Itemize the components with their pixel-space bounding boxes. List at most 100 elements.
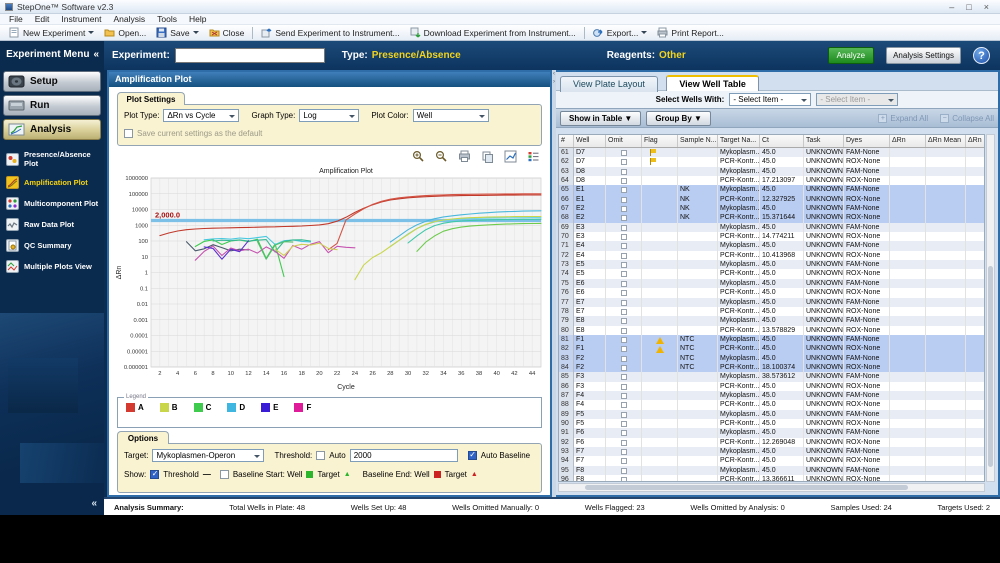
table-row[interactable]: 92 F6 PCR-Kontr... 12.269048 UNKNOWN ROX-None bbox=[559, 437, 984, 447]
table-row[interactable]: 84 F2 NTC PCR-Kontr... 18.100374 UNKNOWN ROX-N… bbox=[559, 362, 984, 373]
sidebar-item-amplification-plot[interactable]: Amplification Plot bbox=[0, 172, 104, 193]
omit-checkbox[interactable] bbox=[620, 262, 627, 269]
table-row[interactable]: 61 D7 Mykoplasm... 45.0 UNKNOWN FAM-None bbox=[559, 148, 984, 158]
group-by-button[interactable]: Group By ▼ bbox=[646, 110, 711, 126]
sidebar-item-raw-data-plot[interactable]: Raw Data Plot bbox=[0, 214, 104, 235]
cell-omit[interactable] bbox=[606, 250, 642, 261]
column-header-task[interactable]: Task bbox=[804, 135, 844, 147]
threshold-input[interactable] bbox=[349, 449, 458, 462]
cell-omit[interactable] bbox=[606, 222, 642, 233]
cell-omit[interactable] bbox=[606, 400, 642, 410]
legend-item-f[interactable]: F bbox=[294, 403, 311, 412]
threshold-auto-checkbox[interactable] bbox=[316, 451, 326, 460]
menu-help[interactable]: Help bbox=[183, 14, 212, 24]
cell-omit[interactable] bbox=[606, 297, 642, 307]
sidebar-item-multiple-plots-view[interactable]: Multiple Plots View bbox=[0, 256, 104, 277]
omit-checkbox[interactable] bbox=[620, 411, 627, 418]
table-row[interactable]: 90 F5 PCR-Kontr... 45.0 UNKNOWN ROX-None bbox=[559, 418, 984, 429]
sidebar-nav-analysis[interactable]: Analysis bbox=[3, 119, 101, 140]
cell-omit[interactable] bbox=[606, 306, 642, 317]
plot-type-select[interactable]: ΔRn vs Cycle bbox=[163, 109, 240, 122]
table-row[interactable]: 68 E2 NK PCR-Kontr... 15.371644 UNKNOWN ROX-No… bbox=[559, 213, 984, 223]
omit-checkbox[interactable] bbox=[620, 243, 627, 250]
table-row[interactable]: 93 F7 Mykoplasm... 45.0 UNKNOWN FAM-None bbox=[559, 447, 984, 457]
sidebar-collapse-button[interactable]: « bbox=[91, 498, 97, 509]
show-in-table-button[interactable]: Show in Table ▼ bbox=[560, 110, 642, 126]
open-button[interactable]: Open... bbox=[99, 26, 151, 39]
cell-omit[interactable] bbox=[606, 185, 642, 195]
omit-checkbox[interactable] bbox=[620, 159, 627, 166]
table-row[interactable]: 76 E6 PCR-Kontr... 45.0 UNKNOWN ROX-None bbox=[559, 288, 984, 298]
table-row[interactable]: 89 F5 Mykoplasm... 45.0 UNKNOWN FAM-None bbox=[559, 409, 984, 419]
edit-plot-icon[interactable] bbox=[504, 150, 517, 163]
cell-omit[interactable] bbox=[606, 157, 642, 167]
cell-omit[interactable] bbox=[606, 353, 642, 363]
cell-omit[interactable] bbox=[606, 288, 642, 298]
cell-omit[interactable] bbox=[606, 390, 642, 401]
cell-omit[interactable] bbox=[606, 232, 642, 242]
table-row[interactable]: 96 F8 PCR-Kontr... 13.366611 UNKNOWN ROX-None bbox=[559, 475, 984, 481]
copy-plot-icon[interactable] bbox=[481, 150, 494, 163]
column-header-sample-n[interactable]: Sample N... bbox=[678, 135, 718, 147]
table-row[interactable]: 69 E3 Mykoplasm... 45.0 UNKNOWN FAM-None bbox=[559, 222, 984, 233]
cell-omit[interactable] bbox=[606, 381, 642, 391]
table-row[interactable]: 73 E5 Mykoplasm... 45.0 UNKNOWN FAM-None bbox=[559, 260, 984, 270]
cell-omit[interactable] bbox=[606, 269, 642, 279]
omit-checkbox[interactable] bbox=[620, 364, 627, 371]
cell-omit[interactable] bbox=[606, 325, 642, 335]
plot-color-select[interactable]: Well bbox=[412, 109, 489, 122]
show-legend-icon[interactable] bbox=[527, 150, 540, 163]
cell-omit[interactable] bbox=[606, 204, 642, 214]
table-row[interactable]: 67 E2 NK Mykoplasm... 45.0 UNKNOWN FAM-None bbox=[559, 204, 984, 214]
target-select[interactable]: Mykoplasmen-Operon bbox=[152, 449, 265, 462]
omit-checkbox[interactable] bbox=[620, 196, 627, 203]
cell-omit[interactable] bbox=[606, 362, 642, 373]
table-row[interactable]: 86 F3 PCR-Kontr... 45.0 UNKNOWN ROX-None bbox=[559, 381, 984, 391]
table-row[interactable]: 82 F1 NTC PCR-Kontr... 45.0 UNKNOWN ROX-None bbox=[559, 344, 984, 354]
cell-omit[interactable] bbox=[606, 456, 642, 466]
legend-item-c[interactable]: C bbox=[193, 403, 211, 412]
save-default-checkbox[interactable] bbox=[124, 129, 133, 138]
graph-type-select[interactable]: Log bbox=[299, 109, 360, 122]
cell-omit[interactable] bbox=[606, 176, 642, 186]
cell-omit[interactable] bbox=[606, 260, 642, 270]
cell-omit[interactable] bbox=[606, 316, 642, 326]
experiment-name-input[interactable] bbox=[174, 48, 325, 63]
table-row[interactable]: 75 E6 Mykoplasm... 45.0 UNKNOWN FAM-None bbox=[559, 278, 984, 289]
sidebar-item-qc-summary[interactable]: QC Summary bbox=[0, 235, 104, 256]
omit-checkbox[interactable] bbox=[620, 308, 627, 315]
sidebar-nav-setup[interactable]: Setup bbox=[3, 71, 101, 92]
close-button[interactable]: × bbox=[984, 2, 989, 12]
column-header-ct[interactable]: Ct bbox=[760, 135, 804, 147]
cell-omit[interactable] bbox=[606, 437, 642, 447]
table-row[interactable]: 74 E5 PCR-Kontr... 45.0 UNKNOWN ROX-None bbox=[559, 269, 984, 279]
cell-omit[interactable] bbox=[606, 213, 642, 223]
omit-checkbox[interactable] bbox=[620, 346, 627, 353]
cell-omit[interactable] bbox=[606, 241, 642, 251]
table-horizontal-scrollbar[interactable] bbox=[558, 483, 985, 492]
table-row[interactable]: 80 E8 PCR-Kontr... 13.578829 UNKNOWN ROX-None bbox=[559, 325, 984, 335]
sidebar-nav-run[interactable]: Run bbox=[3, 95, 101, 116]
table-row[interactable]: 87 F4 Mykoplasm... 45.0 UNKNOWN FAM-None bbox=[559, 390, 984, 401]
omit-checkbox[interactable] bbox=[620, 383, 627, 390]
omit-checkbox[interactable] bbox=[620, 430, 627, 437]
legend-item-a[interactable]: A bbox=[126, 403, 144, 412]
column-header-target-na[interactable]: Target Na... bbox=[718, 135, 760, 147]
table-row[interactable]: 79 E8 Mykoplasm... 45.0 UNKNOWN FAM-None bbox=[559, 316, 984, 326]
table-row[interactable]: 95 F8 Mykoplasm... 45.0 UNKNOWN FAM-None bbox=[559, 465, 984, 476]
cell-omit[interactable] bbox=[606, 465, 642, 476]
cell-omit[interactable] bbox=[606, 278, 642, 289]
zoom-out-icon[interactable] bbox=[435, 150, 448, 163]
help-icon[interactable]: ? bbox=[973, 47, 990, 64]
baseline-start-checkbox[interactable] bbox=[219, 470, 229, 479]
maximize-button[interactable]: □ bbox=[966, 2, 971, 12]
omit-checkbox[interactable] bbox=[620, 178, 627, 185]
table-row[interactable]: 85 F3 Mykoplasm... 38.573612 UNKNOWN FAM-None bbox=[559, 372, 984, 382]
table-row[interactable]: 91 F6 Mykoplasm... 45.0 UNKNOWN FAM-None bbox=[559, 428, 984, 438]
cell-omit[interactable] bbox=[606, 418, 642, 429]
menu-edit[interactable]: Edit bbox=[29, 14, 56, 24]
table-row[interactable]: 65 E1 NK Mykoplasm... 45.0 UNKNOWN FAM-None bbox=[559, 185, 984, 195]
table-row[interactable]: 77 E7 Mykoplasm... 45.0 UNKNOWN FAM-None bbox=[559, 297, 984, 307]
save-button[interactable]: Save bbox=[151, 26, 203, 39]
options-tab[interactable]: Options bbox=[117, 431, 169, 444]
